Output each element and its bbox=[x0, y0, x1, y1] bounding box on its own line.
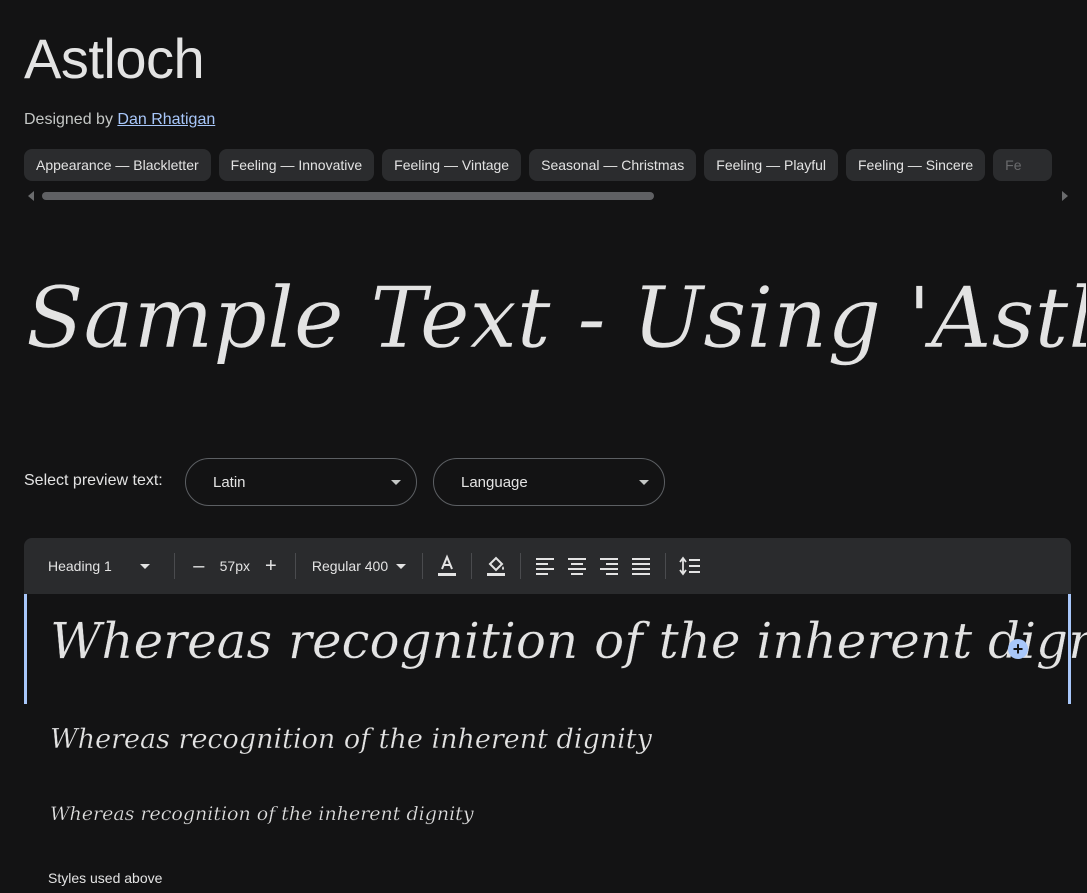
specimen-heading-1[interactable]: Whereas recognition of the inherent dign… bbox=[50, 612, 1087, 670]
script-select[interactable]: Latin bbox=[185, 458, 417, 506]
style-dropdown[interactable]: Heading 1 bbox=[24, 558, 166, 574]
script-select-value: Latin bbox=[213, 473, 246, 491]
scroll-thumb[interactable] bbox=[42, 192, 654, 200]
language-select[interactable]: Language bbox=[433, 458, 665, 506]
tag-chip-partial[interactable]: Fe bbox=[993, 149, 1052, 181]
increase-size-button[interactable]: + bbox=[255, 550, 287, 582]
align-right-icon[interactable] bbox=[593, 550, 625, 582]
tag-chip-playful[interactable]: Feeling — Playful bbox=[704, 149, 838, 181]
hero-sample-text: Sample Text - Using 'Astloch' Font. bbox=[26, 269, 1086, 367]
toolbar-divider bbox=[471, 553, 473, 579]
preview-toolbar: Heading 1 – 57px + Regular 400 bbox=[24, 538, 1071, 594]
tag-chip-vintage[interactable]: Feeling — Vintage bbox=[382, 149, 522, 181]
chevron-down-icon bbox=[139, 563, 150, 569]
tag-chips: Appearance — Blackletter Feeling — Innov… bbox=[24, 149, 1087, 181]
font-size-value[interactable]: 57px bbox=[215, 558, 255, 574]
styles-used-label: Styles used above bbox=[48, 870, 163, 886]
designed-by-label: Designed by bbox=[24, 111, 113, 128]
tag-chip-christmas[interactable]: Seasonal — Christmas bbox=[529, 149, 697, 181]
tag-chip-innovative[interactable]: Feeling — Innovative bbox=[218, 149, 375, 181]
toolbar-divider bbox=[665, 553, 667, 579]
decrease-size-button[interactable]: – bbox=[183, 550, 215, 582]
toolbar-divider bbox=[173, 553, 175, 579]
tag-scrollbar[interactable] bbox=[24, 190, 1072, 202]
line-height-icon[interactable] bbox=[674, 550, 706, 582]
tag-chip-blackletter[interactable]: Appearance — Blackletter bbox=[24, 149, 211, 181]
align-justify-icon[interactable] bbox=[625, 550, 657, 582]
toolbar-divider bbox=[520, 553, 522, 579]
chevron-down-icon bbox=[391, 480, 401, 485]
toolbar-divider bbox=[422, 553, 424, 579]
weight-dropdown-value: Regular 400 bbox=[311, 558, 389, 574]
specimen-heading-2[interactable]: Whereas recognition of the inherent dign… bbox=[50, 724, 652, 755]
align-left-icon[interactable] bbox=[529, 550, 561, 582]
designer-line: Designed by Dan Rhatigan bbox=[24, 111, 215, 129]
chevron-down-icon bbox=[639, 480, 649, 485]
style-dropdown-value: Heading 1 bbox=[48, 558, 112, 574]
add-style-button[interactable]: + bbox=[1008, 639, 1028, 659]
scroll-right-arrow-icon[interactable] bbox=[1062, 191, 1068, 201]
chevron-down-icon bbox=[396, 563, 407, 569]
specimen-heading-3[interactable]: Whereas recognition of the inherent dign… bbox=[50, 803, 474, 825]
toolbar-divider bbox=[294, 553, 296, 579]
scroll-left-arrow-icon[interactable] bbox=[28, 191, 34, 201]
text-color-icon[interactable] bbox=[431, 550, 463, 582]
font-title: Astloch bbox=[24, 27, 205, 90]
weight-dropdown[interactable]: Regular 400 bbox=[304, 558, 414, 574]
align-center-icon[interactable] bbox=[561, 550, 593, 582]
highlight-color-icon[interactable] bbox=[480, 550, 512, 582]
language-select-value: Language bbox=[461, 473, 528, 491]
designer-link[interactable]: Dan Rhatigan bbox=[117, 111, 215, 128]
tag-chip-sincere[interactable]: Feeling — Sincere bbox=[846, 149, 986, 181]
preview-text-label: Select preview text: bbox=[24, 472, 163, 489]
